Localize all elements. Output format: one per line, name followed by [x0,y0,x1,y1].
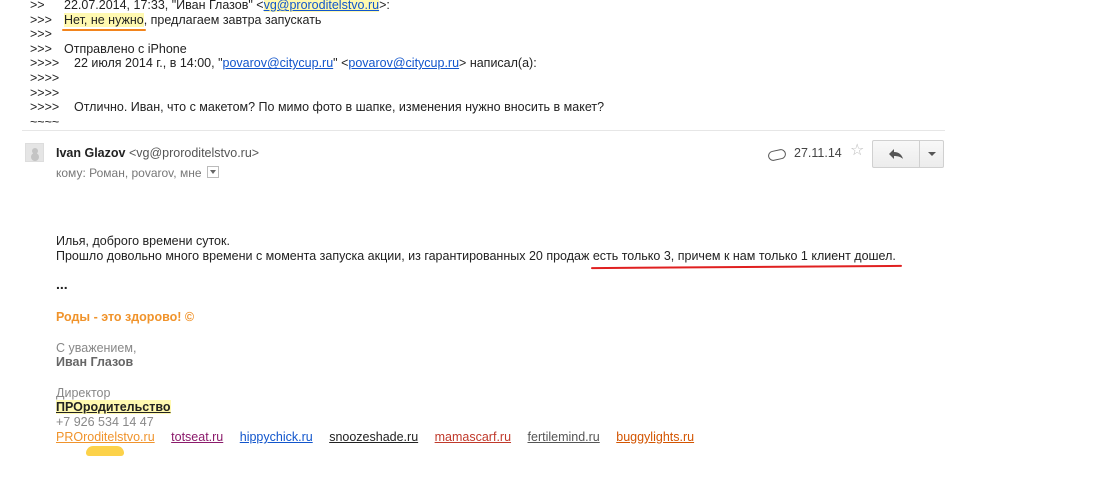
recipients-line: кому: Роман, povarov, мне [56,166,219,180]
message-body: Илья, доброго времени суток. Прошло дово… [56,234,896,264]
sender-avatar[interactable] [25,143,44,162]
message-date[interactable]: 27.11.14 [794,146,842,160]
message-divider [22,130,945,131]
quoted-thread: >> 22.07.2014, 17:33, "Иван Глазов" <vg@p… [30,0,930,129]
sender-email: <vg@proroditelstvo.ru> [128,146,260,160]
trimmed-content-toggle[interactable]: ... [56,276,68,292]
quoted-email-link[interactable]: vg@proroditelstvo.ru [263,0,380,12]
quote-prefix: ~~~~ [30,114,60,129]
site-link[interactable]: totseat.ru [171,430,223,444]
quote-prefix: >>>> [30,56,60,71]
quoted-line: >>> Нет, не нужно, предлагаем завтра запу… [30,12,322,31]
show-details-icon[interactable] [206,166,219,178]
body-paragraph: Прошло довольно много времени с момента … [56,249,896,263]
sender-name[interactable]: Ivan Glazov [56,146,125,160]
site-link[interactable]: PROroditelstvo.ru [56,430,155,444]
chevron-down-icon [927,152,936,156]
paperclip-icon [767,148,787,162]
quoted-line: >>>> [30,86,930,101]
signature-name: Иван Глазов [56,355,134,369]
quoted-line: >>>> [30,71,930,86]
quoted-email-link[interactable]: povarov@citycup.ru [348,56,459,70]
star-icon[interactable]: ☆ [850,143,864,159]
reply-button[interactable] [872,140,920,168]
reply-arrow-icon [889,149,903,159]
site-link[interactable]: mamascarf.ru [435,430,511,444]
quote-prefix: >>> [30,12,52,27]
quote-prefix: >>>> [30,85,60,100]
signature-role: Директор [56,386,111,400]
quote-prefix: >> [30,0,45,12]
site-link[interactable]: hippychick.ru [240,430,313,444]
quoted-email-link[interactable]: povarov@citycup.ru [223,56,334,70]
quote-prefix: >>> [30,41,52,56]
signature-sites: PROroditelstvo.ru totseat.ru hippychick.… [56,430,707,444]
site-link[interactable]: snoozeshade.ru [329,430,418,444]
more-actions-button[interactable] [920,140,944,168]
signature-company-link[interactable]: ПРОродительство [56,400,171,414]
quoted-line: >>>> 22 июля 2014 г., в 14:00, "povarov@c… [30,56,537,71]
signature-regards: С уважением, [56,341,137,355]
quoted-line: ~~~~ [30,115,930,130]
quoted-line: >> 22.07.2014, 17:33, "Иван Глазов" <vg@p… [30,0,390,12]
quoted-line: >>>> Отлично. Иван, что с макетом? По мим… [30,100,605,115]
body-greeting: Илья, доброго времени суток. [56,234,230,248]
quoted-line: >>> [30,27,930,42]
recipients-list: Роман, povarov, мне [89,166,202,180]
quote-prefix: >>> [30,27,52,42]
quoted-line: >>> Отправлено с iPhone [30,41,187,56]
signature-slogan: Роды - это здорово! © [56,310,195,324]
reply-button-group [872,140,944,168]
highlighted-reply: Нет, не нужно [62,12,146,31]
quote-prefix: >>>> [30,70,60,85]
company-logo-fragment [86,446,124,456]
recipients-label: кому: [56,166,86,180]
site-link[interactable]: fertilemind.ru [528,430,600,444]
signature-phone: +7 926 534 14 47 [56,415,154,429]
site-link[interactable]: buggylights.ru [616,430,694,444]
underlined-text: есть только 3, причем к нам только 1 кли… [592,249,896,263]
quote-prefix: >>>> [30,100,60,115]
sender-line: Ivan Glazov <vg@proroditelstvo.ru> [56,146,259,160]
